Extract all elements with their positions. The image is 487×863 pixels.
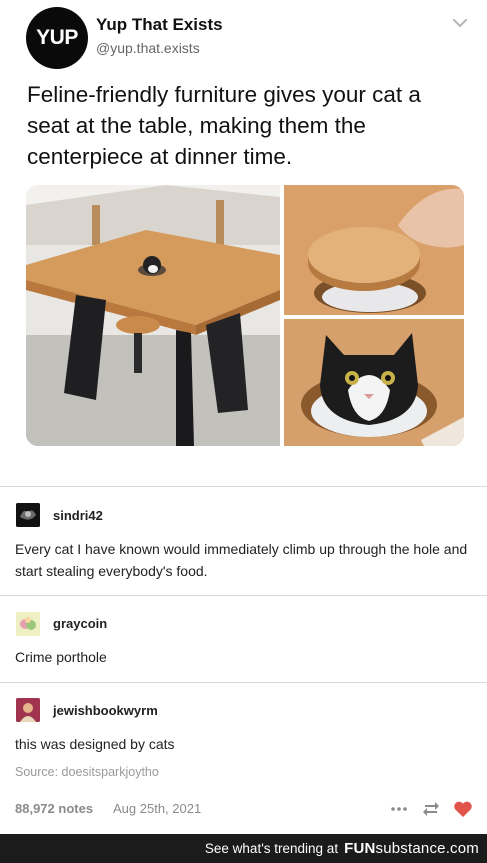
divider: [0, 595, 487, 596]
more-options-icon[interactable]: [389, 798, 409, 820]
tweet-avatar[interactable]: YUP: [26, 7, 88, 69]
tweet-text: Feline-friendly furniture gives your cat…: [27, 82, 421, 169]
reblog-icon[interactable]: [420, 798, 442, 820]
heart-icon[interactable]: [452, 798, 474, 820]
avatar-image-icon: [16, 503, 40, 527]
comment-username[interactable]: graycoin: [53, 616, 107, 631]
footer-brand-rest: substance.com: [375, 840, 479, 857]
comment-username[interactable]: sindri42: [53, 508, 103, 523]
comment-text: Every cat I have known would immediately…: [15, 541, 468, 579]
post-source[interactable]: Source: doesitsparkjoytho: [15, 765, 159, 779]
tweet-media-image: [26, 185, 464, 446]
divider: [0, 486, 487, 487]
comment-text: Crime porthole: [15, 649, 107, 665]
avatar-image-icon: [16, 612, 40, 636]
tweet-card: YUP Yup That Exists @yup.that.exists Fel…: [0, 0, 487, 486]
avatar-image-icon: [16, 698, 40, 722]
comment-avatar[interactable]: [16, 503, 40, 527]
footer-brand-bold: FUN: [344, 840, 376, 857]
footer-banner[interactable]: See what's trending at FUN substance.com: [0, 834, 487, 863]
tweet-media[interactable]: [26, 185, 464, 446]
footer-text: See what's trending at: [204, 841, 339, 856]
comment-avatar[interactable]: [16, 612, 40, 636]
tweet-display-name[interactable]: Yup That Exists: [96, 15, 223, 35]
divider: [0, 682, 487, 683]
post-date[interactable]: Aug 25th, 2021: [113, 801, 201, 816]
tweet-handle[interactable]: @yup.that.exists: [96, 40, 200, 56]
comment-username[interactable]: jewishbookwyrm: [53, 703, 158, 718]
tweet-avatar-text: YUP: [36, 26, 78, 49]
comment-text: this was designed by cats: [15, 736, 175, 752]
notes-count[interactable]: 88,972 notes: [15, 801, 93, 816]
comment-avatar[interactable]: [16, 698, 40, 722]
chevron-down-icon[interactable]: [450, 14, 470, 32]
